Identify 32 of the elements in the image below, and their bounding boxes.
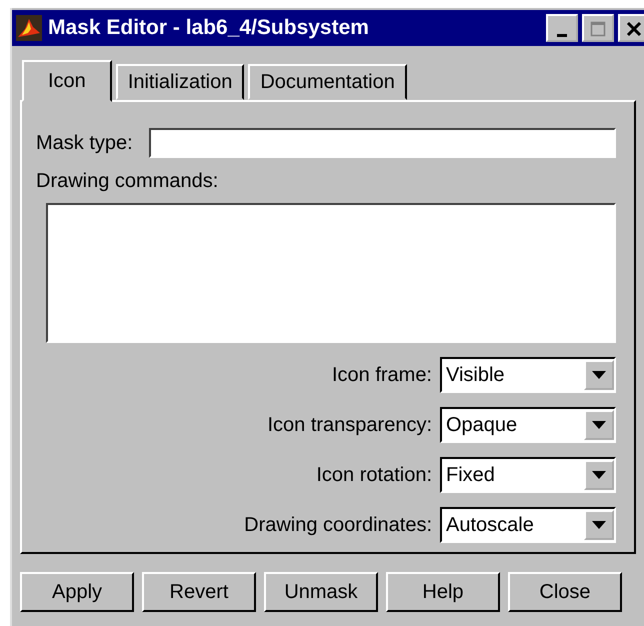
minimize-icon [557,34,567,37]
close-icon [626,21,642,37]
close-window-button[interactable] [618,14,644,42]
dialog-button[interactable]: Apply [20,572,134,612]
dropdown[interactable]: Fixed [440,457,616,493]
field-label: Mask type: [36,132,133,154]
caret-icon [592,521,606,529]
dialog-button[interactable]: Unmask [264,572,378,612]
minimize-button[interactable] [546,14,578,42]
tab[interactable]: Icon [22,60,112,102]
field-label: Icon transparency: [267,414,432,436]
caret-icon [592,421,606,429]
dialog-button[interactable]: Help [386,572,500,612]
field-label: Drawing coordinates: [244,514,432,536]
dropdown[interactable]: Opaque [440,407,616,443]
dropdown[interactable]: Visible [440,357,616,393]
dropdown[interactable]: Autoscale [440,507,616,543]
field-label: Drawing commands: [36,170,220,193]
caret-icon [592,371,606,379]
drawing-commands-field[interactable] [46,203,616,343]
maximize-button[interactable] [582,14,614,42]
caret-icon [592,471,606,479]
maximize-icon [590,21,606,37]
dialog-button[interactable]: Close [508,572,622,612]
mask-type-field[interactable] [148,128,616,158]
dialog-button[interactable]: Revert [142,572,256,612]
field-label: Icon rotation: [316,464,432,486]
field-label: Icon frame: [332,364,432,386]
app-logo-icon [16,15,42,41]
tab[interactable]: Documentation [248,64,407,100]
tab[interactable]: Initialization [116,64,244,100]
window-title: Mask Editor - lab6_4/Subsystem [48,16,370,40]
